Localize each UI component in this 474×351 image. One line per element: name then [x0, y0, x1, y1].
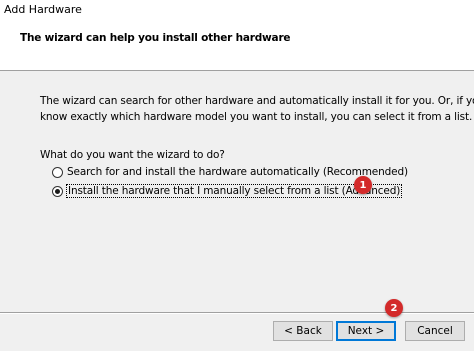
option-label[interactable]: Search for and install the hardware auto…: [67, 166, 408, 178]
intro-line: The wizard can search for other hardware…: [40, 95, 474, 107]
radio-button[interactable]: [52, 166, 63, 178]
footer-separator: [0, 312, 474, 314]
step-badge-1: 1: [354, 176, 372, 194]
next-button[interactable]: Next >: [336, 321, 396, 341]
option-search-automatically[interactable]: Search for and install the hardware auto…: [52, 164, 408, 180]
step-badge-2: 2: [385, 299, 403, 317]
back-button[interactable]: < Back: [273, 321, 333, 341]
option-label[interactable]: Install the hardware that I manually sel…: [65, 184, 403, 198]
radio-button-selected[interactable]: [52, 185, 63, 197]
wizard-heading: The wizard can help you install other ha…: [20, 32, 291, 44]
window-title: Add Hardware: [4, 3, 82, 16]
option-install-manually[interactable]: Install the hardware that I manually sel…: [52, 183, 403, 199]
intro-text: The wizard can search for other hardware…: [40, 93, 474, 125]
cancel-button[interactable]: Cancel: [405, 321, 465, 341]
question-label: What do you want the wizard to do?: [40, 149, 225, 161]
intro-line: know exactly which hardware model you wa…: [40, 111, 473, 123]
add-hardware-dialog: Add Hardware The wizard can help you ins…: [0, 0, 474, 351]
wizard-header: Add Hardware The wizard can help you ins…: [0, 0, 474, 71]
